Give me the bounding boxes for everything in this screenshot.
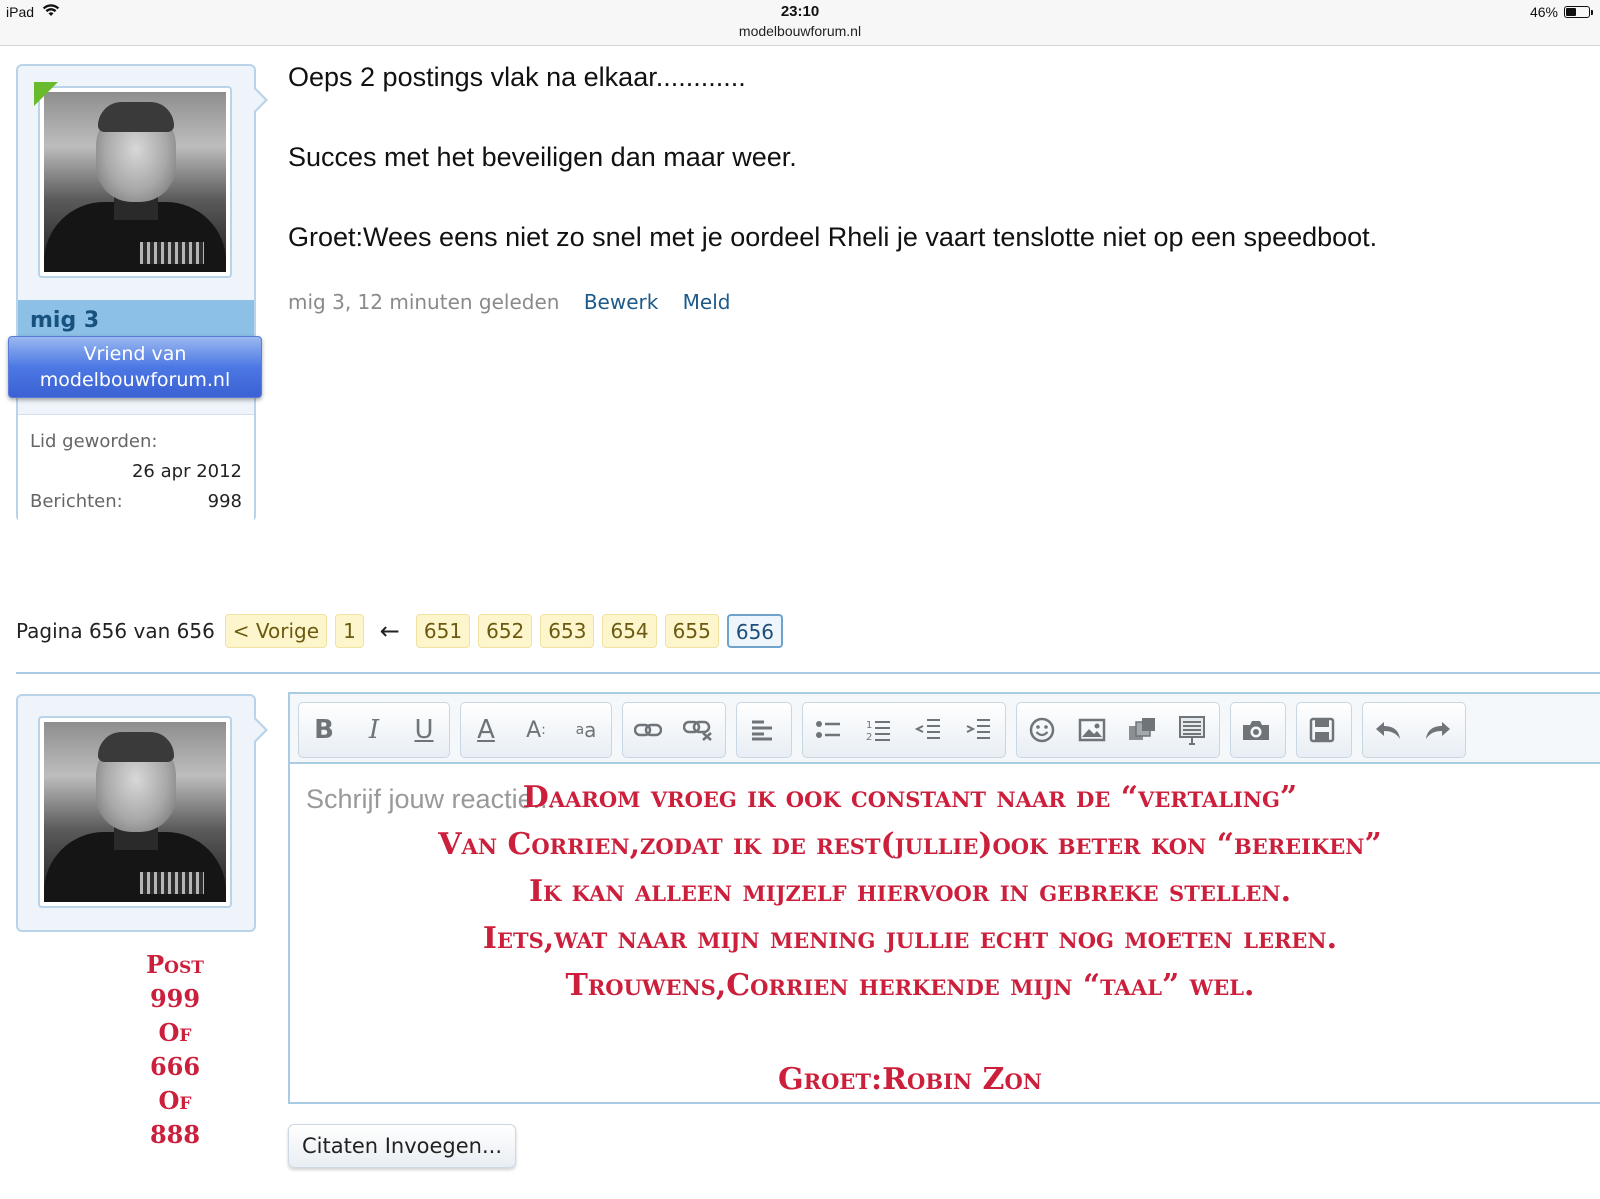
- media-icon[interactable]: [1117, 704, 1167, 756]
- counter-line: 888: [149, 1120, 201, 1149]
- overlay-line: Groet:Robin Zon: [778, 1062, 1042, 1097]
- svg-text:1: 1: [866, 720, 872, 731]
- save-draft-icon[interactable]: [1297, 704, 1347, 756]
- avatar-image: [44, 92, 226, 272]
- battery-fill: [1566, 8, 1576, 16]
- smiley-icon[interactable]: [1017, 704, 1067, 756]
- counter-line: 666: [149, 1052, 201, 1081]
- align-icon[interactable]: [737, 704, 787, 756]
- overlay-line: Iets,wat naar mijn mening jullie echt no…: [482, 921, 1338, 956]
- section-divider: [16, 672, 1600, 674]
- camera-icon[interactable]: [1231, 704, 1281, 756]
- page-indicator: Pagina 656 van 656: [16, 619, 215, 643]
- bullet-list-icon[interactable]: [803, 704, 853, 756]
- toolbar-group-camera: [1230, 702, 1286, 758]
- user-name-band: mig 3: [18, 300, 254, 340]
- joined-label: Lid geworden:: [30, 431, 158, 452]
- overlay-line: Daarom vroeg ik ook constant naar de “ve…: [522, 780, 1298, 815]
- page-first-button[interactable]: 1: [335, 614, 364, 648]
- toolbar-group-align: [736, 702, 792, 758]
- overlay-message: Daarom vroeg ik ook constant naar de “ve…: [290, 774, 1530, 1103]
- messages-value: 998: [207, 491, 242, 512]
- toolbar-group-lists: 12: [802, 702, 1006, 758]
- counter-line: Post: [146, 950, 204, 979]
- status-right: 46%: [1529, 4, 1593, 20]
- toolbar-group-format: B I U: [298, 702, 450, 758]
- avatar-image: [44, 722, 226, 902]
- edit-link[interactable]: Bewerk: [584, 290, 659, 314]
- prev-page-button[interactable]: < Vorige: [224, 614, 328, 648]
- report-link[interactable]: Meld: [683, 290, 731, 314]
- font-size-icon[interactable]: A:: [511, 704, 561, 756]
- indent-icon[interactable]: [953, 704, 1003, 756]
- page-button[interactable]: 651: [415, 614, 471, 648]
- remove-format-icon[interactable]: aa: [561, 704, 611, 756]
- ios-status-bar: iPad 23:10 modelbouwforum.nl 46%: [0, 0, 1600, 46]
- reply-user-card: [16, 694, 268, 932]
- current-page-button[interactable]: 656: [726, 614, 784, 648]
- toolbar-group-history: [1362, 702, 1466, 758]
- toolbar-group-link: [622, 702, 726, 758]
- overlay-line: Van Corrien,zodat ik de rest(jullie)ook …: [438, 827, 1382, 862]
- post-timestamp[interactable]: mig 3, 12 minuten geleden: [288, 290, 559, 314]
- avatar[interactable]: [38, 716, 232, 908]
- unlink-icon[interactable]: [673, 704, 723, 756]
- post-user-card: mig 3 Vriend van modelbouwforum.nl Lid g…: [8, 64, 268, 524]
- joined-value: 26 apr 2012: [131, 461, 242, 482]
- post-line: Succes met het beveiligen dan maar weer.: [288, 142, 797, 172]
- user-title-badge: Vriend van modelbouwforum.nl: [8, 336, 262, 398]
- messages-label: Berichten:: [30, 491, 123, 512]
- italic-icon[interactable]: I: [349, 704, 399, 756]
- overlay-line: Trouwens,Corrien herkende mijn “taal” we…: [565, 968, 1255, 1003]
- page-jump-arrow[interactable]: ←: [380, 617, 400, 645]
- redo-icon[interactable]: [1413, 704, 1463, 756]
- toolbar-group-text: A A: aa: [460, 702, 612, 758]
- clock: 23:10: [780, 3, 820, 20]
- counter-line: Of: [158, 1086, 192, 1115]
- link-icon[interactable]: [623, 704, 673, 756]
- image-icon[interactable]: [1067, 704, 1117, 756]
- post-message: Oeps 2 postings vlak na elkaar..........…: [288, 62, 1578, 302]
- outdent-icon[interactable]: [903, 704, 953, 756]
- post-line: Oeps 2 postings vlak na elkaar..........…: [288, 62, 746, 92]
- toolbar-group-insert: [1016, 702, 1220, 758]
- text-color-icon[interactable]: A: [461, 704, 511, 756]
- undo-icon[interactable]: [1363, 704, 1413, 756]
- reply-editor[interactable]: B I U A A: aa 1 2 Schrijf jouw reactie..…: [288, 692, 1600, 1104]
- page-button[interactable]: 653: [540, 614, 595, 648]
- code-icon[interactable]: [1167, 704, 1217, 756]
- address-bar[interactable]: modelbouwforum.nl: [0, 23, 1600, 39]
- insert-quotes-button[interactable]: Citaten Invoegen...: [288, 1124, 516, 1168]
- page-button[interactable]: 654: [602, 614, 657, 648]
- username-link[interactable]: mig 3: [30, 308, 99, 333]
- user-card-pointer: [253, 86, 268, 114]
- post-meta: mig 3, 12 minuten geleden Bewerk Meld: [288, 290, 730, 314]
- numbered-list-icon[interactable]: 12: [853, 704, 903, 756]
- overlay-line: Ik kan alleen mijzelf hiervoor in gebrek…: [528, 874, 1292, 909]
- user-card-pointer: [253, 716, 268, 744]
- svg-text:2: 2: [866, 732, 872, 742]
- counter-line: 999: [149, 984, 201, 1013]
- overlay-line: [290, 1009, 1530, 1056]
- online-indicator-icon: [34, 82, 58, 106]
- battery-icon: [1564, 6, 1593, 18]
- editor-toolbar: B I U A A: aa 1 2: [290, 694, 1600, 764]
- page-button[interactable]: 652: [478, 614, 533, 648]
- pagination: Pagina 656 van 656 < Vorige 1 ← 651 652 …: [16, 614, 784, 648]
- battery-percentage: 46%: [1529, 4, 1558, 20]
- page-button[interactable]: 655: [664, 614, 719, 648]
- underline-icon[interactable]: U: [399, 704, 449, 756]
- post-counter-overlay: Post 999 Of 666 Of 888: [110, 948, 240, 1152]
- toolbar-group-draft: [1296, 702, 1352, 758]
- avatar[interactable]: [38, 86, 232, 278]
- counter-line: Of: [158, 1018, 192, 1047]
- bold-icon[interactable]: B: [299, 704, 349, 756]
- user-stats: Lid geworden: 26 apr 2012 Berichten: 998: [18, 414, 254, 524]
